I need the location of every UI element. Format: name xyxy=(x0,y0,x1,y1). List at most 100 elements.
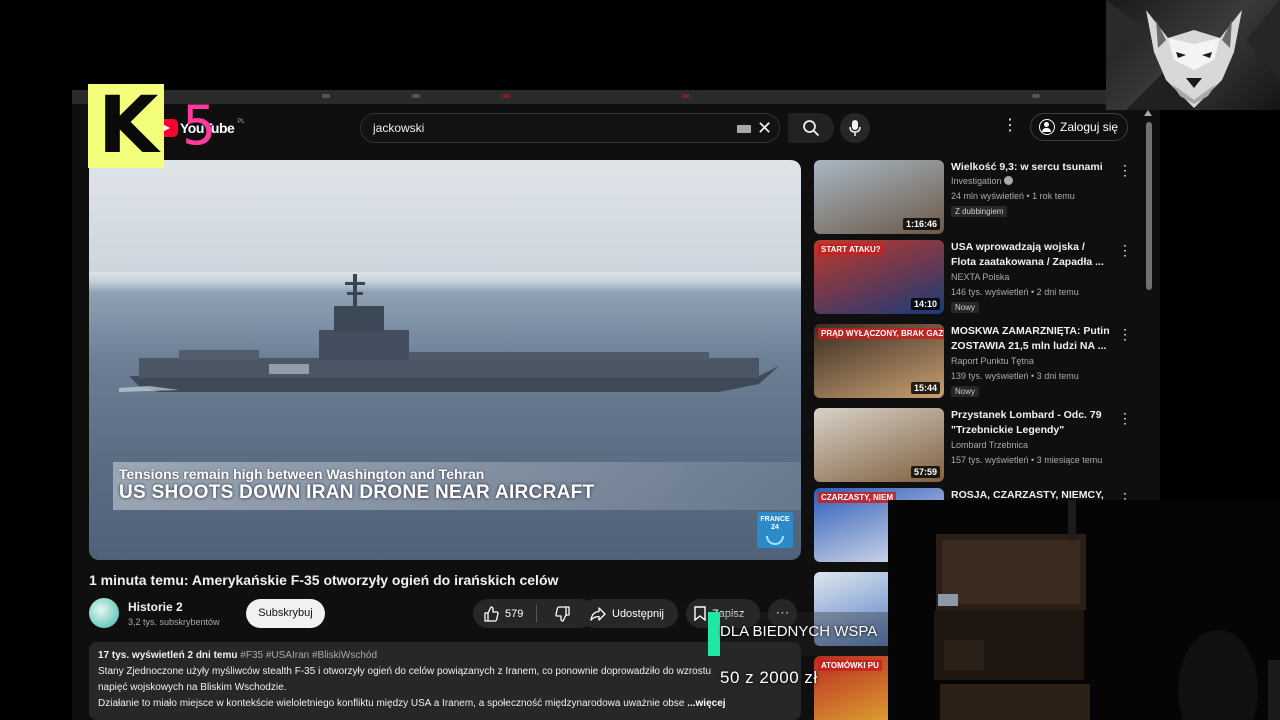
thumbs-down-icon xyxy=(555,606,570,622)
search-input[interactable]: jackowski xyxy=(373,121,424,135)
recommendation-thumbnail[interactable]: 1:16:46 xyxy=(814,160,944,234)
video-duration: 14:10 xyxy=(910,298,940,310)
description-box[interactable]: 17 tys. wyświetleń 2 dni temu #F35 #USAI… xyxy=(89,642,801,720)
keyboard-icon[interactable] xyxy=(737,125,751,133)
search-icon xyxy=(803,120,820,137)
goal-amount: 50 z 2000 zł xyxy=(720,668,818,687)
donation-goal-widget: DLA BIEDNYCH WSPA 50 z 2000 zł xyxy=(708,612,888,702)
recommendation-menu-icon[interactable]: ⋮ xyxy=(1118,242,1132,259)
browser-tabstrip xyxy=(72,90,1160,104)
news-subheadline: Tensions remain high between Washington … xyxy=(119,466,485,482)
aircraft-carrier-image xyxy=(119,274,779,392)
recommendation-menu-icon[interactable]: ⋮ xyxy=(1118,410,1132,427)
france24-logo: FRANCE 24 xyxy=(757,512,793,548)
channel-name-text: Raport Punktu Tętna xyxy=(951,356,1034,366)
clear-search-icon[interactable]: ✕ xyxy=(757,117,772,139)
thumbnail-caption: START ATAKU? xyxy=(818,244,884,255)
divider xyxy=(536,605,537,622)
like-dislike-group: 579 xyxy=(473,599,594,628)
recommendation-title[interactable]: Przystanek Lombard - Odc. 79 "Trzebnicki… xyxy=(951,408,1111,438)
webcam-image xyxy=(888,500,1280,720)
recommendation-channel[interactable]: Investigation xyxy=(951,176,1013,186)
video-player[interactable]: Tensions remain high between Washington … xyxy=(89,160,801,560)
thumbs-up-icon xyxy=(484,605,499,622)
video-duration: 1:16:46 xyxy=(902,218,940,230)
recommendation-badge: Nowy xyxy=(951,302,980,313)
recommendation-card[interactable]: 57:59 Przystanek Lombard - Odc. 79 "Trzeb… xyxy=(814,408,1144,484)
channel-name-text: Lombard Trzebnica xyxy=(951,440,1029,450)
bookmark-icon xyxy=(694,606,706,621)
share-label: Udostępnij xyxy=(612,607,664,620)
recommendation-menu-icon[interactable]: ⋮ xyxy=(1118,162,1132,179)
verified-icon xyxy=(1003,176,1013,185)
sign-in-button[interactable]: Zaloguj się xyxy=(1030,113,1128,141)
description-line: Działanie to miało miejsce w kontekście … xyxy=(98,696,792,712)
share-icon xyxy=(590,606,606,621)
thumbnail-caption: CZARZASTY, NIEM xyxy=(818,492,896,503)
k5-channel-logo: K 5 xyxy=(88,84,220,168)
recommendation-menu-icon[interactable]: ⋮ xyxy=(1118,326,1132,343)
voice-search-button[interactable] xyxy=(840,113,870,143)
wolf-emblem xyxy=(1106,0,1280,110)
wolf-icon xyxy=(1106,0,1280,110)
goal-progress-fill xyxy=(708,612,720,656)
tab-indicator xyxy=(322,94,330,98)
webcam-feed xyxy=(888,500,1280,720)
network-logo-text: FRANCE 24 xyxy=(760,516,790,531)
video-duration: 15:44 xyxy=(910,382,940,394)
recommendation-channel[interactable]: NEXTA Polska xyxy=(951,272,1009,282)
tab-indicator xyxy=(682,94,690,98)
tab-indicator xyxy=(502,94,510,98)
recommendation-thumbnail[interactable]: START ATAKU? 14:10 xyxy=(814,240,944,314)
channel-name[interactable]: Historie 2 xyxy=(128,600,183,614)
channel-name-text: NEXTA Polska xyxy=(951,272,1010,282)
recommendation-card[interactable]: 1:16:46 Wielkość 9,3: w sercu tsunami Inve… xyxy=(814,160,1144,236)
share-button[interactable]: Udostępnij xyxy=(580,599,678,628)
thumbnail-caption: PRĄD WYŁĄCZONY, BRAK GAZU xyxy=(818,328,944,339)
k5-letter: K xyxy=(98,81,159,171)
tab-indicator xyxy=(412,94,420,98)
recommendation-title[interactable]: USA wprowadzają wojska / Flota zaatakowa… xyxy=(951,240,1111,270)
logo-wave-icon xyxy=(766,536,784,545)
recommendation-stats: 157 tys. wyświetleń • 3 miesiące temu xyxy=(951,455,1103,465)
tab-indicator xyxy=(1032,94,1040,98)
subscribe-button[interactable]: Subskrybuj xyxy=(246,599,325,628)
description-line: Stany Zjednoczone użyły myśliwców stealt… xyxy=(98,666,712,677)
recommendation-channel[interactable]: Raport Punktu Tętna xyxy=(951,356,1034,366)
recommendation-card[interactable]: PRĄD WYŁĄCZONY, BRAK GAZU 15:44 MOSKWA ZAM… xyxy=(814,324,1144,400)
subscriber-count: 3,2 tys. subskrybentów xyxy=(128,617,220,627)
scrollbar-thumb[interactable] xyxy=(1146,122,1152,290)
description-line: napięć wojskowych na Bliskim Wschodzie. xyxy=(98,682,287,693)
view-count-date: 17 tys. wyświetleń 2 dni temu xyxy=(98,650,238,661)
hashtags[interactable]: #F35 #USAIran #BliskiWschód xyxy=(240,650,377,661)
like-count: 579 xyxy=(505,607,524,620)
account-icon xyxy=(1039,119,1055,135)
masthead: YouTube PL jackowski ✕ ⋮ Zaloguj się xyxy=(72,106,1160,150)
recommendation-title[interactable]: Wielkość 9,3: w sercu tsunami xyxy=(951,160,1111,175)
recommendation-stats: 146 tys. wyświetleń • 2 dni temu xyxy=(951,287,1079,297)
like-button[interactable]: 579 xyxy=(473,599,535,628)
channel-name-text: Investigation xyxy=(951,176,1002,186)
recommendation-thumbnail[interactable]: 57:59 xyxy=(814,408,944,482)
sign-in-label: Zaloguj się xyxy=(1060,120,1119,134)
settings-menu-icon[interactable]: ⋮ xyxy=(1002,118,1018,134)
search-box[interactable]: jackowski ✕ xyxy=(360,113,780,143)
k5-number: 5 xyxy=(182,94,217,157)
recommendation-channel[interactable]: Lombard Trzebnica xyxy=(951,440,1028,450)
recommendation-badge: Z dubbingiem xyxy=(951,206,1008,217)
goal-label: DLA BIEDNYCH WSPA xyxy=(720,623,878,640)
recommendation-title[interactable]: MOSKWA ZAMARZNIĘTA: Putin ZOSTAWIA 21,5 … xyxy=(951,324,1111,354)
recommendation-stats: 139 tys. wyświetleń • 3 dni temu xyxy=(951,371,1079,381)
video-duration: 57:59 xyxy=(910,466,940,478)
recommendation-thumbnail[interactable]: PRĄD WYŁĄCZONY, BRAK GAZU 15:44 xyxy=(814,324,944,398)
channel-avatar[interactable] xyxy=(89,598,119,628)
description-text: Działanie to miało miejsce w kontekście … xyxy=(98,698,685,709)
search-button[interactable] xyxy=(788,113,834,143)
recommendation-card[interactable]: START ATAKU? 14:10 USA wprowadzają wojska … xyxy=(814,240,1144,316)
video-title: 1 minuta temu: Amerykańskie F-35 otworzy… xyxy=(89,572,559,588)
microphone-icon xyxy=(849,120,861,136)
recommendation-badge: Nowy xyxy=(951,386,980,397)
scroll-up-arrow-icon[interactable] xyxy=(1144,110,1152,116)
region-code: PL xyxy=(237,119,245,125)
news-headline: US SHOOTS DOWN IRAN DRONE NEAR AIRCRAFT xyxy=(119,482,595,503)
